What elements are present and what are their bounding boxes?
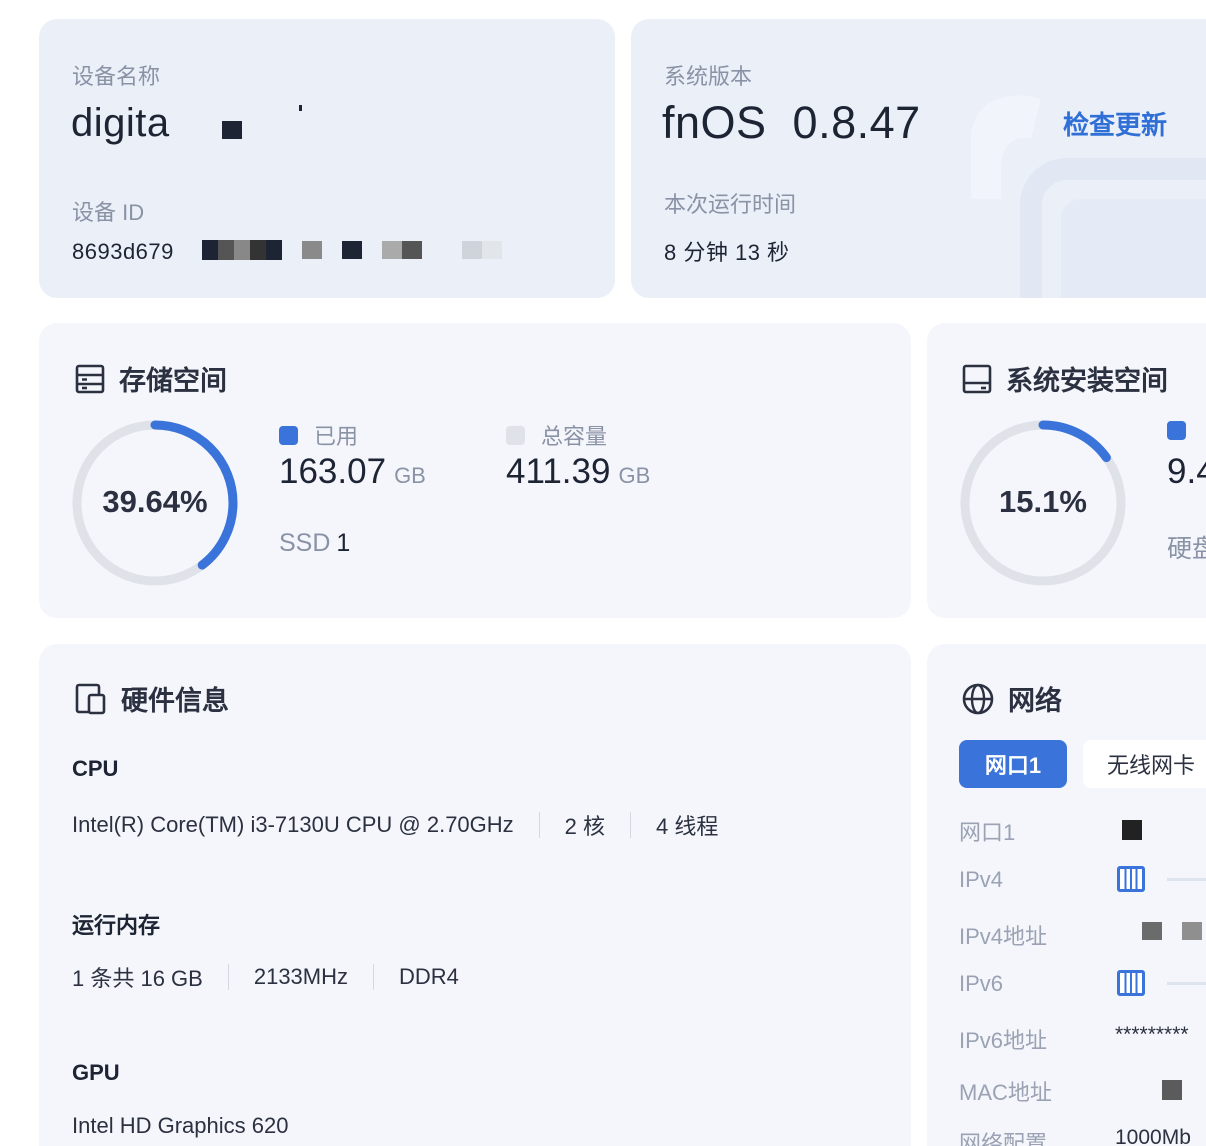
network-title: 网络: [962, 679, 1062, 718]
memory-speed: 2133MHz: [253, 964, 348, 989]
row-label-config: 网络配置: [959, 1131, 1048, 1146]
uptime-label: 本次运行时间: [664, 192, 797, 217]
storage-percent: 39.64%: [102, 484, 208, 519]
legend-total: 总容量: [506, 419, 607, 451]
redacted-block: [1182, 922, 1202, 940]
divider: [538, 812, 540, 838]
used-number: 163.07: [279, 452, 387, 491]
device-info-card: 设备名称 digita 设备 ID 8693d679: [39, 19, 615, 298]
redacted-line: [1167, 878, 1206, 881]
ssd-count: SSD 1: [279, 529, 350, 558]
gpu-info-row: Intel HD Graphics 620: [72, 1113, 288, 1139]
storage-title-text: 存储空间: [119, 366, 227, 396]
total-value: 411.39 GB: [506, 452, 650, 492]
used-label: 已用: [314, 424, 359, 449]
ipv4-network-icon: [1117, 866, 1145, 892]
row-label-mac: MAC地址: [959, 1080, 1052, 1105]
total-color-swatch: [506, 425, 525, 445]
device-id-value: 8693d679: [72, 239, 174, 264]
network-config-value: 1000Mb: [1115, 1126, 1191, 1146]
storage-card: 存储空间 39.64% 已用 163.07 GB 总容量 411.39 GB SSD…: [39, 323, 911, 618]
used-unit: GB: [394, 463, 426, 488]
used-value: 163.07 GB: [279, 452, 426, 492]
device-name-label: 设备名称: [72, 64, 161, 89]
redacted-line: [1167, 982, 1206, 985]
redacted-block: [299, 105, 302, 111]
divider: [630, 812, 632, 838]
divider: [373, 964, 374, 990]
globe-icon: [962, 683, 994, 714]
storage-title: 存储空间: [75, 359, 227, 398]
memory-heading: 运行内存: [72, 913, 161, 938]
ipv6-network-icon: [1117, 970, 1145, 996]
row-label-ipv6: IPv6: [959, 971, 1004, 996]
redacted-block: [1122, 820, 1142, 840]
hardware-card: 硬件信息 CPU Intel(R) Core(TM) i3-7130U CPU …: [39, 644, 911, 1146]
disk-icon: [962, 364, 992, 393]
system-version-card: 系统版本 fnOS 0.8.47 检查更新 本次运行时间 8 分钟 13 秒: [631, 19, 1206, 298]
version-value: fnOS 0.8.47: [662, 97, 921, 148]
network-title-text: 网络: [1008, 686, 1062, 716]
gpu-model: Intel HD Graphics 620: [72, 1113, 289, 1138]
cpu-cores: 2 核: [564, 814, 606, 839]
total-number: 411.39: [506, 452, 611, 491]
uptime-value: 8 分钟 13 秒: [664, 240, 790, 265]
hardware-title: 硬件信息: [75, 679, 229, 718]
memory-count: 1 条共 16 GB: [72, 966, 203, 991]
total-label: 总容量: [541, 424, 608, 449]
ipv6-address-value: *********: [1115, 1023, 1189, 1046]
ssd-label: SSD: [279, 529, 331, 557]
cpu-model: Intel(R) Core(TM) i3-7130U CPU @ 2.70GHz: [72, 812, 514, 837]
row-label-ipv4-address: IPv4地址: [959, 924, 1048, 949]
total-unit: GB: [618, 463, 651, 488]
row-label-port: 网口1: [959, 820, 1016, 845]
row-label-ipv6-address: IPv6地址: [959, 1028, 1048, 1053]
divider: [227, 964, 229, 990]
tab-port1[interactable]: 网口1: [959, 740, 1067, 788]
device-name-value: digita: [71, 101, 170, 145]
memory-type: DDR4: [399, 964, 459, 989]
tab-wireless[interactable]: 无线网卡: [1083, 740, 1206, 788]
hardware-title-text: 硬件信息: [121, 686, 229, 716]
gpu-heading: GPU: [72, 1060, 120, 1085]
redacted-block: [1162, 1080, 1182, 1100]
system-disk-card: 系统安装空间 15.1% 9.4 硬盘: [927, 323, 1206, 618]
devices-icon: [75, 683, 106, 714]
sysdisk-disk-label: 硬盘: [1167, 535, 1206, 563]
device-id-label: 设备 ID: [72, 200, 145, 225]
used-color-swatch: [279, 425, 298, 445]
redacted-block: [222, 121, 242, 139]
cpu-threads: 4 线程: [656, 814, 719, 839]
legend-used: 已用: [279, 419, 358, 451]
network-card: 网络 网口1 无线网卡 网口1 IPv4 IPv4地址 IPv6 IPv6地址 …: [927, 644, 1206, 1146]
memory-info-row: 1 条共 16 GB 2133MHz DDR4: [72, 961, 459, 993]
sysdisk-title: 系统安装空间: [962, 359, 1168, 398]
row-label-ipv4: IPv4: [959, 867, 1004, 892]
redacted-block: [1142, 922, 1162, 940]
storage-icon: [75, 364, 105, 393]
version-label: 系统版本: [664, 64, 753, 89]
sysdisk-title-text: 系统安装空间: [1006, 366, 1168, 396]
cpu-heading: CPU: [72, 756, 119, 781]
sysdisk-percent: 15.1%: [999, 484, 1087, 519]
check-update-button[interactable]: 检查更新: [1063, 105, 1167, 142]
ssd-number: 1: [336, 529, 351, 557]
cpu-info-row: Intel(R) Core(TM) i3-7130U CPU @ 2.70GHz…: [72, 809, 718, 841]
sysdisk-used-swatch: [1167, 421, 1186, 440]
sysdisk-value: 9.4: [1167, 452, 1206, 491]
